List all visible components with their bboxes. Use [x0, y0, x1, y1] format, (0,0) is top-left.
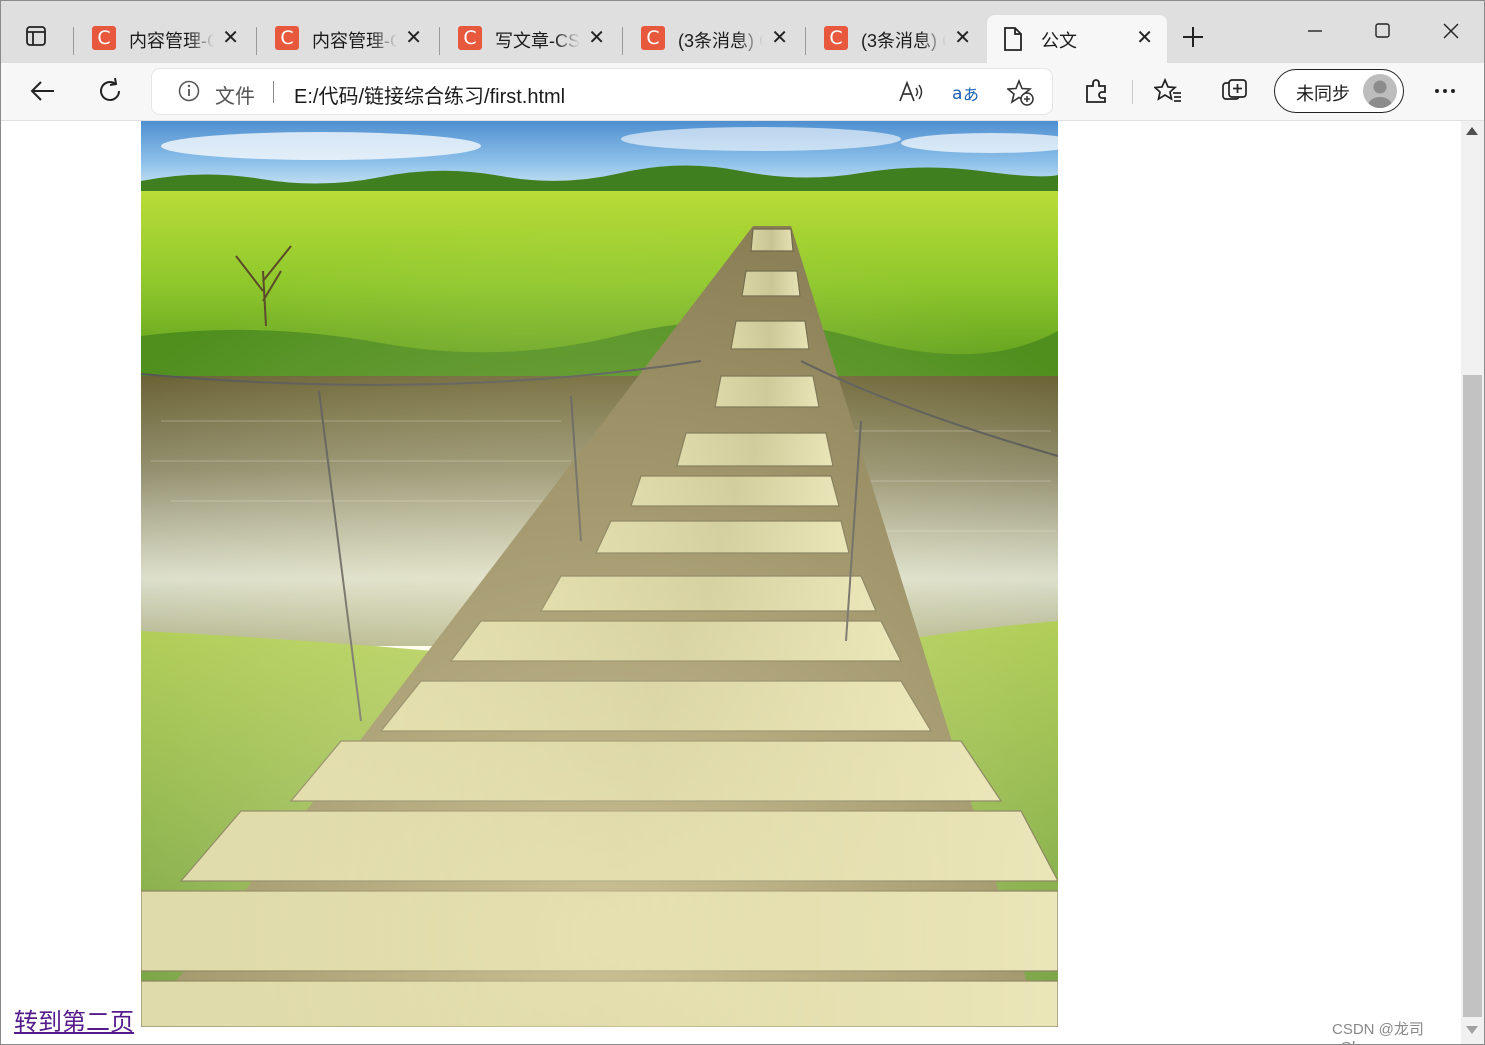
profile-sync-button[interactable]: 未同步 — [1274, 69, 1404, 113]
browser-window: C 内容管理-CSDN ✕ C 内容管理-CSDN ✕ C 写文章-CSDN ✕… — [0, 0, 1485, 1045]
csdn-favicon-icon: C — [458, 26, 482, 50]
tab-separator — [622, 27, 623, 55]
svg-text:a: a — [952, 84, 962, 104]
svg-text:あ: あ — [963, 85, 979, 104]
tab-title: (3条消息) CSDN — [678, 31, 763, 51]
bridge-photo — [141, 121, 1058, 1027]
tab-close-icon[interactable]: ✕ — [954, 27, 971, 49]
tab-title: 写文章-CSDN — [495, 31, 580, 51]
read-aloud-icon[interactable] — [898, 79, 924, 105]
security-label: 文件 — [215, 86, 255, 108]
document-icon — [1002, 26, 1024, 52]
tab-active[interactable]: 公文 ✕ — [987, 15, 1167, 63]
extensions-icon[interactable] — [1083, 77, 1111, 105]
tab-strip: C 内容管理-CSDN ✕ C 内容管理-CSDN ✕ C 写文章-CSDN ✕… — [1, 1, 1484, 63]
tab-title: 公文 — [1041, 31, 1077, 51]
csdn-favicon-icon: C — [824, 26, 848, 50]
maximize-icon[interactable] — [1362, 15, 1402, 47]
tab-close-icon[interactable]: ✕ — [405, 27, 422, 49]
tab-close-icon[interactable]: ✕ — [588, 27, 605, 49]
workspaces-icon[interactable] — [25, 25, 47, 47]
tab-title: 内容管理-CSDN — [312, 31, 397, 51]
tab-2[interactable]: C 内容管理-CSDN ✕ — [256, 15, 436, 63]
tab-separator — [73, 27, 74, 55]
new-tab-icon[interactable] — [1181, 25, 1205, 49]
favorites-icon[interactable] — [1152, 77, 1182, 105]
tab-close-icon[interactable]: ✕ — [1136, 27, 1153, 49]
collections-icon[interactable] — [1221, 77, 1249, 105]
minimize-icon[interactable] — [1295, 15, 1335, 47]
csdn-favicon-icon: C — [275, 26, 299, 50]
csdn-favicon-icon: C — [641, 26, 665, 50]
tab-separator — [805, 27, 806, 55]
address-separator — [273, 81, 274, 103]
info-icon[interactable] — [178, 80, 200, 102]
tab-1[interactable]: C 内容管理-CSDN ✕ — [73, 15, 253, 63]
tab-3[interactable]: C 写文章-CSDN ✕ — [439, 15, 619, 63]
translate-icon[interactable]: aあ — [952, 79, 982, 105]
toolbar-divider — [1132, 80, 1133, 104]
csdn-favicon-icon: C — [92, 26, 116, 50]
scroll-thumb[interactable] — [1463, 375, 1482, 1017]
tab-separator — [256, 27, 257, 55]
sync-label: 未同步 — [1296, 84, 1350, 104]
url-text[interactable]: E:/代码/链接综合练习/first.html — [294, 80, 565, 109]
tab-separator — [439, 27, 440, 55]
tab-4[interactable]: C (3条消息) CSDN ✕ — [622, 15, 802, 63]
next-page-link[interactable]: 转到第二页 — [14, 1002, 134, 1037]
toolbar: 文件 E:/代码/链接综合练习/first.html aあ 未同步 — [1, 63, 1484, 121]
tab-close-icon[interactable]: ✕ — [771, 27, 788, 49]
back-arrow-icon[interactable] — [29, 77, 57, 105]
scroll-down-arrow-icon[interactable] — [1466, 1026, 1478, 1034]
more-options-icon[interactable] — [1431, 77, 1459, 105]
tab-title: 内容管理-CSDN — [129, 31, 214, 51]
add-favorite-icon[interactable] — [1005, 78, 1034, 106]
tab-close-icon[interactable]: ✕ — [222, 27, 239, 49]
refresh-icon[interactable] — [96, 77, 124, 105]
watermark-text: CSDN @龙司_Glsa — [1332, 1021, 1424, 1044]
avatar-icon — [1363, 74, 1397, 108]
address-bar[interactable]: 文件 E:/代码/链接综合练习/first.html aあ — [152, 69, 1052, 114]
tab-title: (3条消息) CSDN — [861, 31, 946, 51]
tab-5[interactable]: C (3条消息) CSDN ✕ — [805, 15, 985, 63]
vertical-scrollbar[interactable] — [1461, 121, 1484, 1044]
page-content: 转到第二页 CSDN @龙司_Glsa — [1, 121, 1461, 1044]
scroll-up-arrow-icon[interactable] — [1466, 127, 1478, 135]
close-window-icon[interactable] — [1431, 15, 1471, 47]
